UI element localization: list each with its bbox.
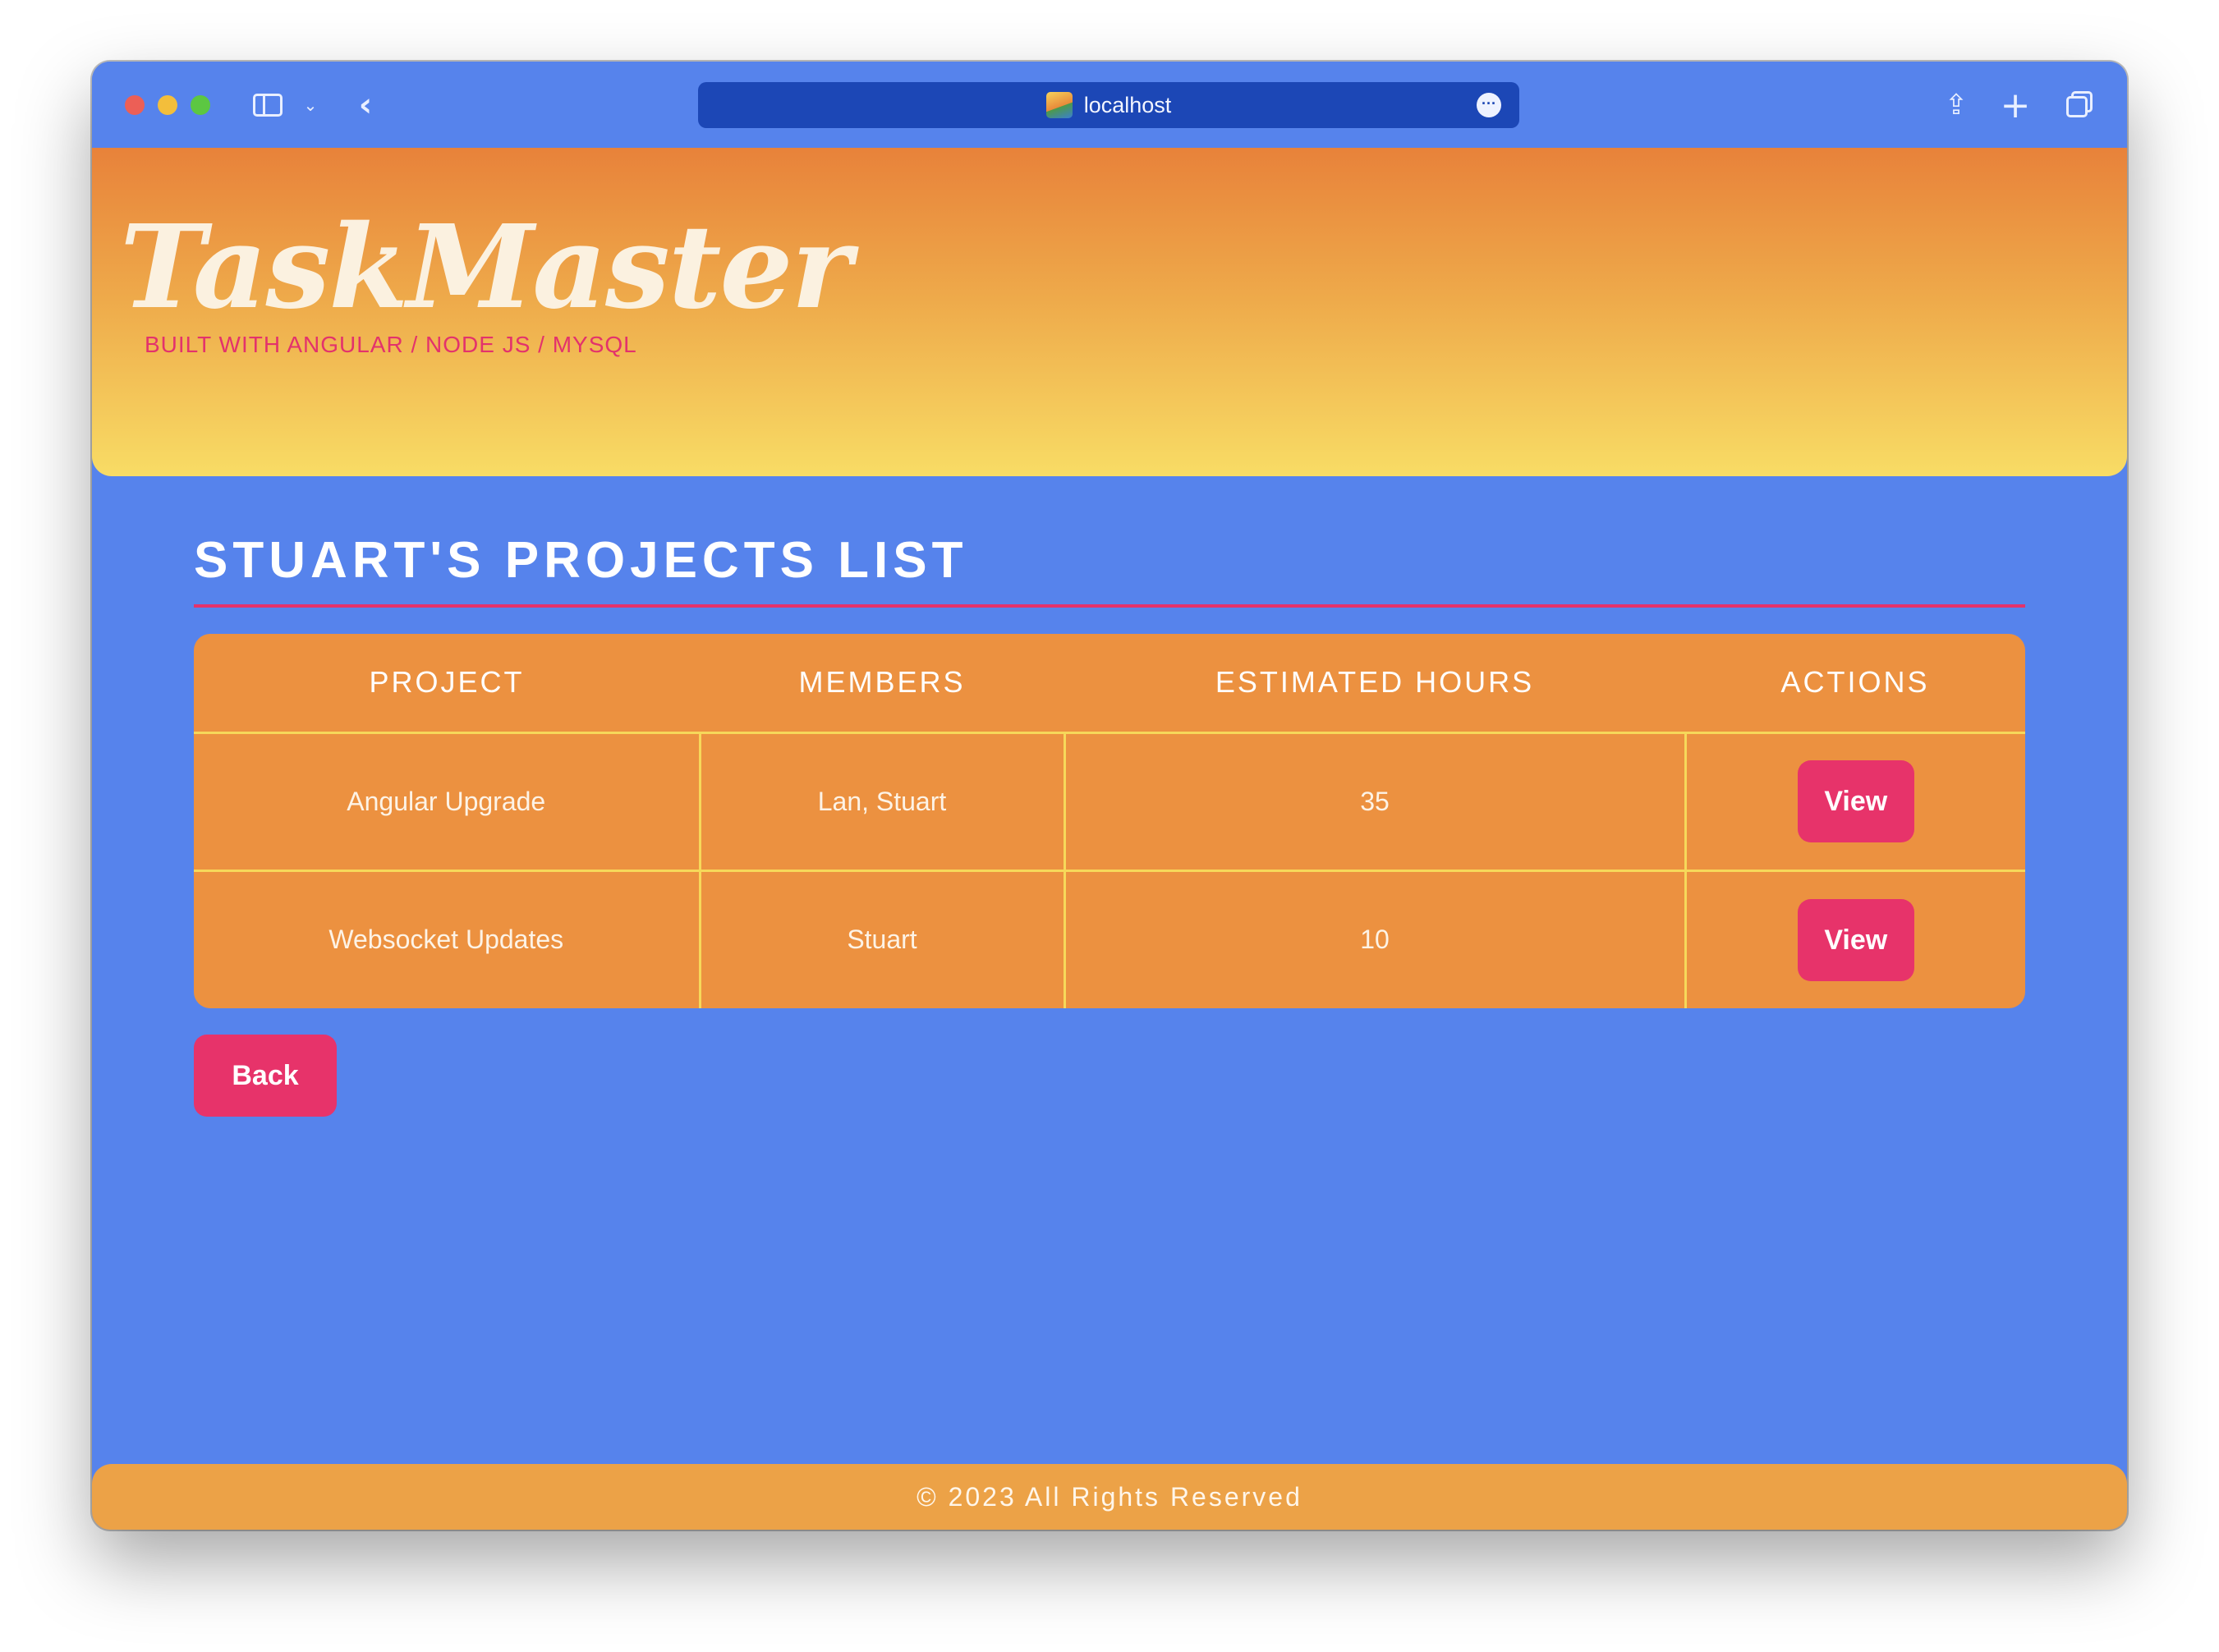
column-header-actions: ACTIONS (1685, 634, 2025, 734)
view-project-button[interactable]: View (1797, 760, 1914, 842)
new-tab-icon[interactable]: + (1999, 85, 2032, 126)
project-name-cell: Angular Upgrade (194, 732, 701, 872)
browser-window: ⌄ ‹ localhost ··· ⇪ + TaskMaster BUILT W… (92, 62, 2127, 1530)
page-title: STUART'S PROJECTS LIST (194, 531, 2025, 608)
members-cell: Lan, Stuart (700, 732, 1066, 872)
sidebar-icon[interactable] (250, 86, 286, 124)
projects-table: PROJECT MEMBERS ESTIMATED HOURS ACTIONS … (194, 634, 2025, 1008)
back-button[interactable]: Back (194, 1035, 337, 1117)
project-name-cell: Websocket Updates (194, 870, 701, 1008)
url-text: localhost (1083, 92, 1172, 117)
chevron-down-icon[interactable]: ⌄ (301, 86, 320, 124)
column-header-hours: ESTIMATED HOURS (1064, 634, 1685, 734)
more-options-icon[interactable]: ··· (1477, 93, 1501, 117)
tabs-overview-icon[interactable] (2063, 86, 2096, 124)
view-project-button[interactable]: View (1797, 898, 1914, 981)
members-cell: Stuart (700, 870, 1066, 1008)
site-tagline: BUILT WITH ANGULAR / NODE JS / MYSQL (145, 332, 637, 357)
site-footer: © 2023 All Rights Reserved (92, 1464, 2127, 1530)
hours-cell: 35 (1064, 732, 1687, 872)
main-content: STUART'S PROJECTS LIST PROJECT MEMBERS E… (194, 472, 2025, 1117)
site-logo[interactable]: TaskMaster (120, 210, 852, 325)
column-header-members: MEMBERS (700, 634, 1064, 734)
column-header-project: PROJECT (194, 634, 700, 734)
share-icon[interactable]: ⇪ (1940, 86, 1973, 124)
zoom-window-button[interactable] (191, 95, 210, 115)
actions-cell: View (1685, 870, 2025, 1008)
address-bar[interactable]: localhost ··· (698, 82, 1519, 128)
table-row: Angular Upgrade Lan, Stuart 35 View (194, 732, 2025, 872)
minimize-window-button[interactable] (158, 95, 177, 115)
close-window-button[interactable] (125, 95, 145, 115)
table-row: Websocket Updates Stuart 10 View (194, 870, 2025, 1008)
browser-toolbar: ⌄ ‹ localhost ··· ⇪ + (92, 62, 2127, 148)
actions-cell: View (1685, 732, 2025, 872)
back-icon[interactable]: ‹ (353, 86, 378, 124)
site-header: TaskMaster BUILT WITH ANGULAR / NODE JS … (92, 148, 2127, 476)
hours-cell: 10 (1064, 870, 1687, 1008)
table-header-row: PROJECT MEMBERS ESTIMATED HOURS ACTIONS (194, 634, 2025, 734)
site-favicon-icon (1045, 92, 1073, 118)
